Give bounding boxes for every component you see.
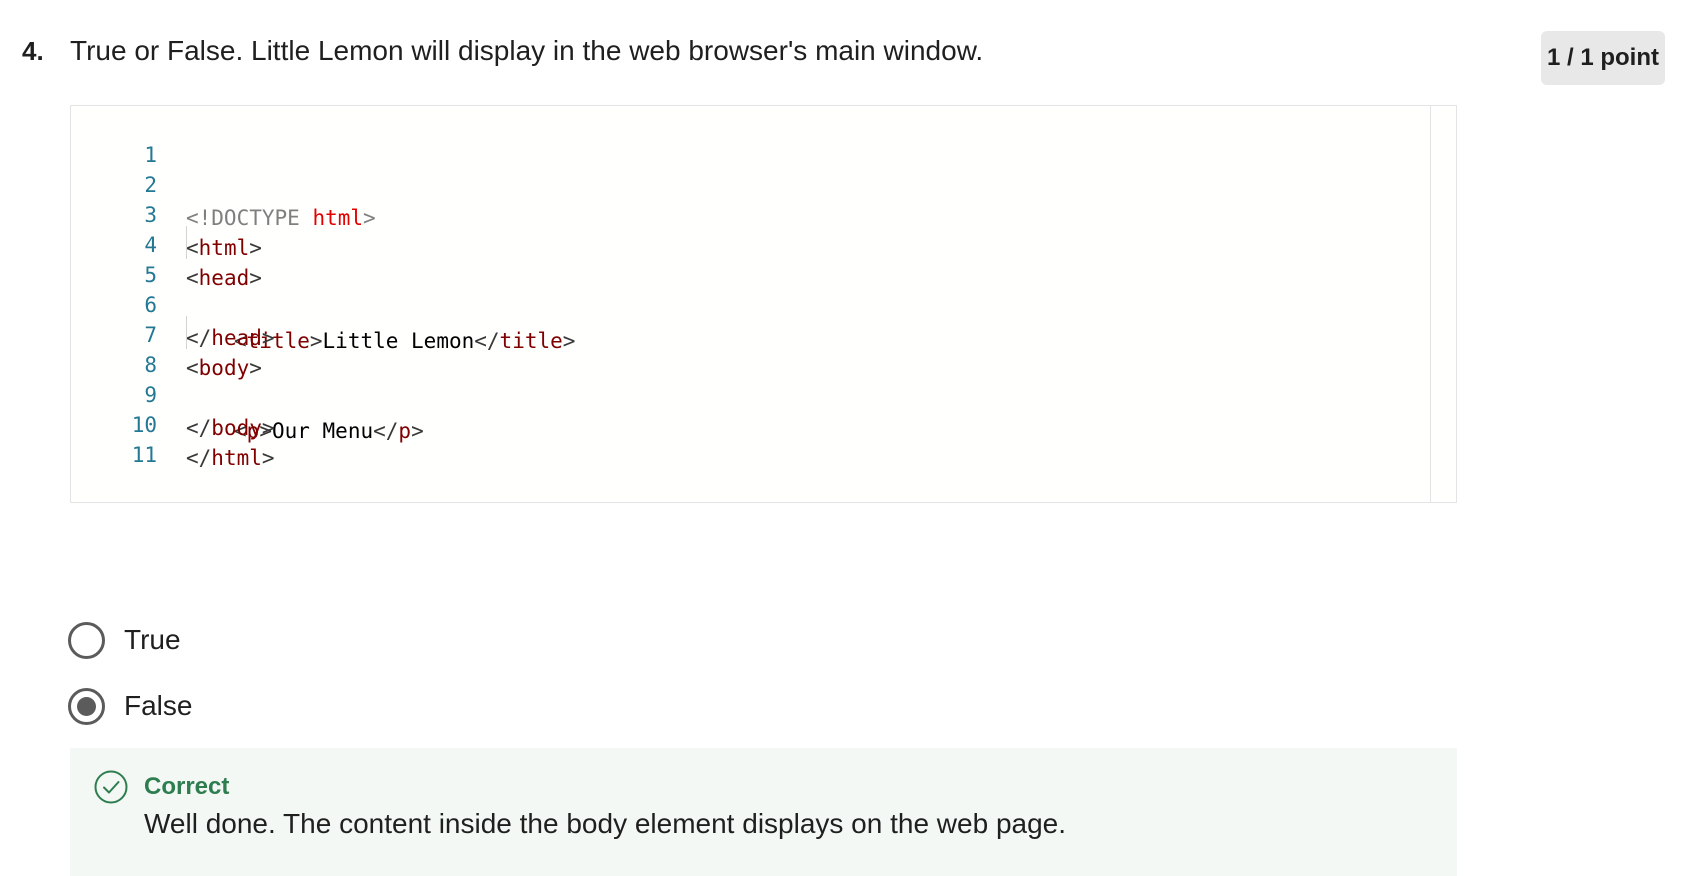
feedback-message: Well done. The content inside the body e… <box>144 808 1067 839</box>
editor-scrollbar[interactable] <box>1430 106 1456 502</box>
option-label: False <box>124 690 193 721</box>
points-badge: 1 / 1 point <box>1541 31 1665 85</box>
code-line: 1 <box>71 106 1411 167</box>
option-label: True <box>124 624 181 655</box>
line-number: 11 <box>131 443 157 467</box>
indent-guide <box>186 226 187 259</box>
option-true[interactable]: True <box>68 620 181 660</box>
code-line: 6 </head> <box>71 256 1411 350</box>
code-text: </html> <box>186 442 275 475</box>
code-editor[interactable]: 1 2 <!DOCTYPE html> 3 <html> 4 <head> 5 … <box>70 105 1457 503</box>
code-line: 10 </html> <box>71 376 1411 470</box>
option-false[interactable]: False <box>68 686 192 726</box>
code-line: 11 <box>71 406 1411 467</box>
code-line: 9 </body> <box>71 346 1411 440</box>
feedback-panel: Correct Well done. The content inside th… <box>70 748 1457 876</box>
code-token: > <box>261 446 275 470</box>
question-number: 4. <box>22 36 44 66</box>
code-token: html <box>211 446 262 470</box>
question-text: True or False. Little Lemon will display… <box>70 35 984 66</box>
code-line: 4 <head> <box>71 196 1411 290</box>
check-circle-icon <box>94 770 128 804</box>
code-line: 8 <p>Our Menu</p> <box>71 316 1411 443</box>
radio-button-true[interactable] <box>68 621 105 659</box>
code-token: </ <box>186 446 212 470</box>
quiz-question: 4. True or False. Little Lemon will disp… <box>0 0 1694 876</box>
code-line: 3 <html> <box>71 166 1411 260</box>
indent-guide <box>186 316 187 349</box>
code-line: 5 <title>Little Lemon</title> <box>71 226 1411 353</box>
code-line: 2 <!DOCTYPE html> <box>71 136 1411 230</box>
radio-button-false[interactable] <box>68 687 105 725</box>
code-line: 7 <body> <box>71 286 1411 380</box>
feedback-status: Correct <box>144 773 230 800</box>
